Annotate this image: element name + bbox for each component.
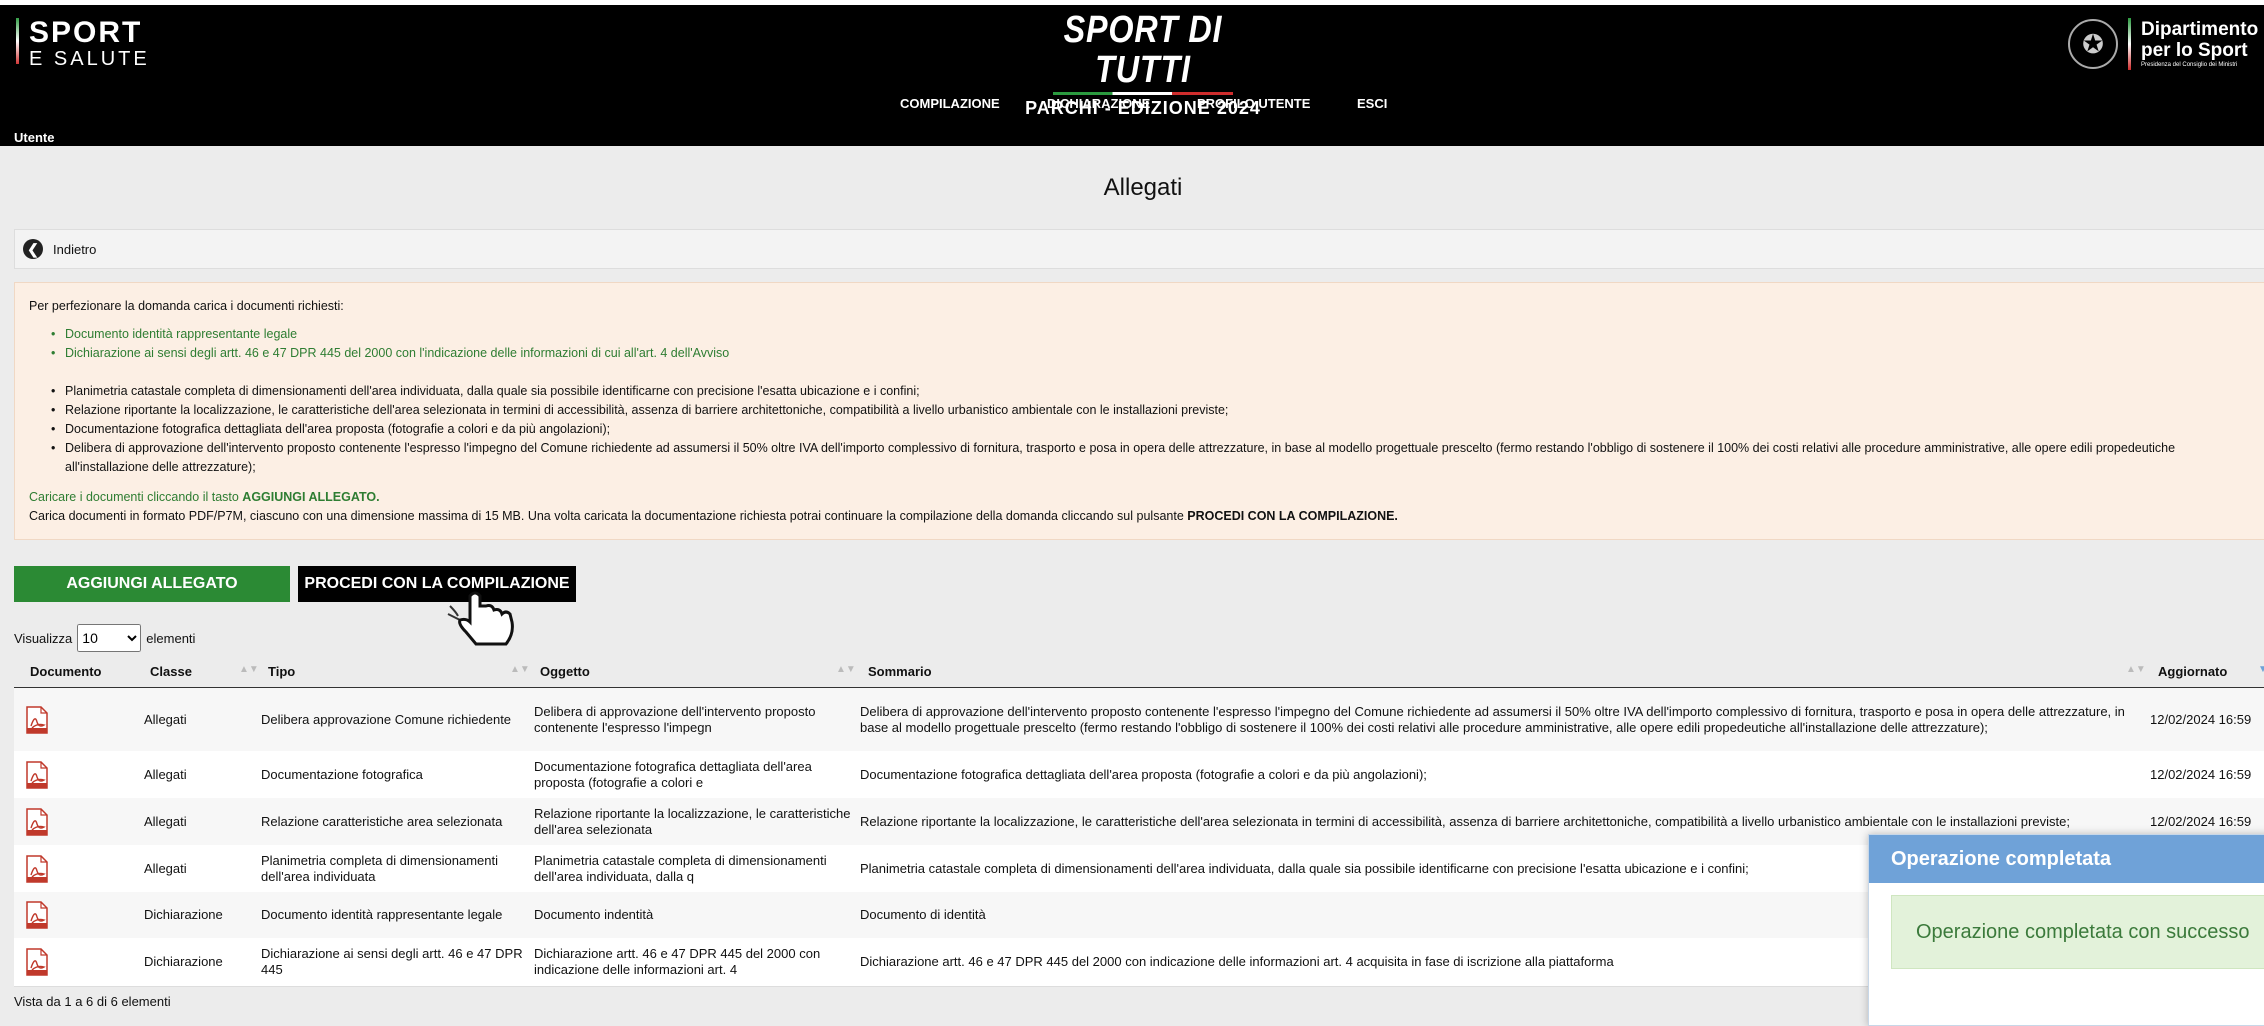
- other-doc-item: Documentazione fotografica dettagliata d…: [49, 420, 2259, 439]
- table-row[interactable]: Allegati Delibera approvazione Comune ric…: [14, 688, 2264, 752]
- cell-oggetto: Relazione riportante la localizzazione, …: [534, 805, 851, 837]
- cell-oggetto: Dichiarazione artt. 46 e 47 DPR 445 del …: [534, 946, 821, 977]
- tricolor-underline: [1053, 92, 1233, 95]
- cell-oggetto: Documento indentità: [534, 907, 654, 922]
- brand-title: SPORT DI TUTTI: [1063, 9, 1223, 91]
- cell-oggetto: Planimetria catastale completa di dimens…: [534, 852, 827, 884]
- sort-icon: ▲▼: [239, 664, 259, 675]
- required-docs-list: Documento identità rappresentante legale…: [49, 325, 2259, 363]
- required-doc-item: Dichiarazione ai sensi degli artt. 46 e …: [49, 344, 2259, 363]
- format-button-reference: PROCEDI CON LA COMPILAZIONE.: [1187, 509, 1398, 523]
- cell-classe: Dichiarazione: [144, 907, 223, 922]
- upload-prefix: Caricare i documenti cliccando il tasto: [29, 490, 243, 504]
- top-header: SPORT E SALUTE SPORT DI TUTTI PARCHI - E…: [0, 0, 2264, 146]
- sort-desc-icon: ▼: [2258, 664, 2264, 675]
- upload-instructions: Caricare i documenti cliccando il tasto …: [29, 488, 380, 507]
- back-arrow-icon[interactable]: ❮: [23, 239, 43, 259]
- proceed-compilation-button[interactable]: PROCEDI CON LA COMPILAZIONE: [298, 566, 576, 602]
- sort-icon: ▲▼: [510, 664, 530, 675]
- other-doc-item: Delibera di approvazione dell'intervento…: [49, 439, 2259, 477]
- col-aggiornato[interactable]: Aggiornato: [2158, 664, 2227, 679]
- format-text: Carica documenti in formato PDF/P7M, cia…: [29, 509, 1188, 523]
- cell-tipo: Planimetria completa di dimensionamenti …: [261, 852, 499, 884]
- cell-tipo: Relazione caratteristiche area seleziona…: [261, 813, 503, 829]
- gov-title-line-3: Presidenza del Consiglio dei Ministri: [2141, 61, 2238, 68]
- tricolor-bar: [2128, 18, 2131, 70]
- page-title: Allegati: [1103, 174, 1183, 201]
- col-sommario[interactable]: Sommario: [868, 664, 932, 679]
- other-doc-item: Relazione riportante la localizzazione, …: [49, 401, 2259, 420]
- format-instructions: Carica documenti in formato PDF/P7M, cia…: [29, 507, 1398, 526]
- hand-pointer-icon: [447, 591, 514, 646]
- gov-title-line-1: Dipartimento: [2141, 18, 2259, 40]
- cell-aggiornato: 12/02/2024 16:59: [2150, 766, 2252, 782]
- sport-e-salute-logo[interactable]: SPORT E SALUTE: [16, 16, 150, 70]
- col-classe[interactable]: Classe: [150, 664, 192, 679]
- logo-line-2: E SALUTE: [29, 48, 150, 70]
- success-toast[interactable]: Operazione completata Operazione complet…: [1868, 834, 2264, 1026]
- instructions-box: Per perfezionare la domanda carica i doc…: [14, 282, 2264, 540]
- cell-classe: Allegati: [144, 813, 187, 829]
- page-length-select[interactable]: 10: [77, 624, 142, 652]
- cell-tipo: Documentazione fotografica: [261, 766, 423, 782]
- cell-aggiornato: 12/02/2024 16:59: [2150, 711, 2252, 727]
- length-prefix: Visualizza: [14, 630, 73, 646]
- pdf-file-icon[interactable]: [24, 706, 50, 734]
- pdf-file-icon[interactable]: [24, 855, 50, 883]
- cell-classe: Allegati: [144, 860, 187, 876]
- upload-button-reference: AGGIUNGI ALLEGATO.: [242, 490, 380, 504]
- sort-icon: ▲▼: [2126, 664, 2146, 675]
- required-doc-item: Documento identità rappresentante legale: [49, 325, 2259, 344]
- nav-compilazione[interactable]: COMPILAZIONE: [900, 96, 1000, 111]
- cell-classe: Dichiarazione: [144, 954, 223, 969]
- toast-message: Operazione completata con successo: [1891, 895, 2264, 969]
- toast-title: Operazione completata: [1869, 835, 2264, 883]
- other-doc-item: Planimetria catastale completa di dimens…: [49, 382, 2259, 401]
- back-bar[interactable]: ❮ Indietro: [14, 229, 2264, 269]
- page-length-control: Visualizza 10 elementi: [14, 624, 195, 652]
- dipartimento-sport-logo[interactable]: ✪ Dipartimento per lo Sport Presidenza d…: [2068, 18, 2258, 70]
- col-documento[interactable]: Documento: [30, 664, 102, 679]
- add-attachment-button[interactable]: AGGIUNGI ALLEGATO: [14, 566, 290, 602]
- cell-sommario: Documentazione fotografica dettagliata d…: [860, 766, 1427, 782]
- other-docs-list: Planimetria catastale completa di dimens…: [49, 382, 2259, 477]
- nav-esci[interactable]: ESCI: [1357, 96, 1387, 111]
- col-oggetto[interactable]: Oggetto: [540, 664, 590, 679]
- back-label[interactable]: Indietro: [53, 242, 96, 257]
- top-strip: [0, 0, 2264, 5]
- cell-tipo: Documento identità rappresentante legale: [261, 907, 503, 922]
- cell-sommario: Delibera di approvazione dell'intervento…: [860, 703, 2125, 735]
- pdf-file-icon[interactable]: [24, 808, 50, 836]
- italian-emblem-icon: ✪: [2068, 19, 2118, 69]
- cell-tipo: Dichiarazione ai sensi degli artt. 46 e …: [261, 946, 523, 977]
- table-info: Vista da 1 a 6 di 6 elementi: [14, 994, 171, 1009]
- user-label: Utente: [14, 130, 55, 145]
- sort-icon: ▲▼: [836, 664, 856, 675]
- cell-oggetto: Documentazione fotografica dettagliata d…: [534, 758, 812, 790]
- instructions-intro: Per perfezionare la domanda carica i doc…: [29, 299, 344, 313]
- pdf-file-icon[interactable]: [24, 901, 50, 929]
- nav-dichiarazione[interactable]: DICHIARAZIONE: [1047, 96, 1150, 111]
- cell-tipo: Delibera approvazione Comune richiedente: [261, 711, 512, 727]
- pdf-file-icon[interactable]: [24, 948, 50, 976]
- cell-classe: Allegati: [144, 711, 187, 727]
- gov-title-line-2: per lo Sport: [2141, 39, 2248, 61]
- cell-oggetto: Delibera di approvazione dell'intervento…: [534, 703, 816, 735]
- table-row[interactable]: Allegati Documentazione fotografica Docume…: [14, 751, 2264, 799]
- length-suffix: elementi: [146, 630, 196, 646]
- col-tipo[interactable]: Tipo: [268, 664, 295, 679]
- cell-classe: Allegati: [144, 766, 187, 782]
- nav-profilo-utente[interactable]: PROFILO UTENTE: [1197, 96, 1310, 111]
- pdf-file-icon[interactable]: [24, 761, 50, 789]
- logo-line-1: SPORT: [29, 16, 143, 49]
- table-header: Documento Classe ▲▼ Tipo ▲▼ Oggetto ▲▼ S…: [14, 657, 2264, 689]
